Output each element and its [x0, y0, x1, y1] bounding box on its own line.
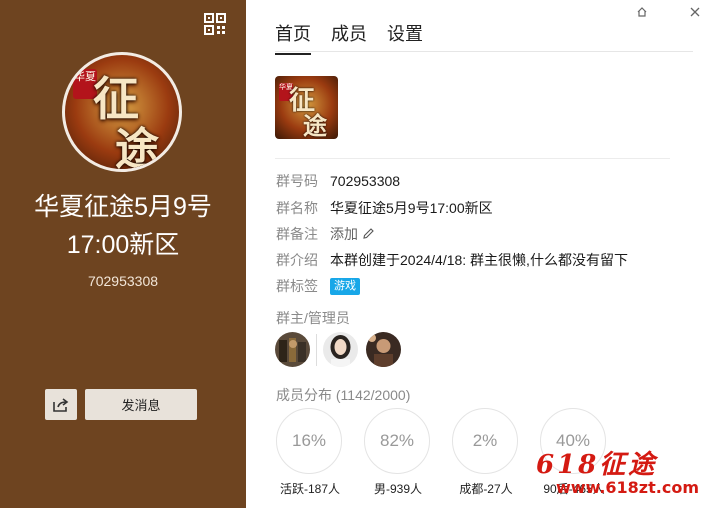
tab-divider: [275, 51, 693, 52]
group-title-line2: 17:00新区: [66, 231, 180, 259]
admin-avatar-3[interactable]: [366, 332, 401, 367]
group-avatar-small[interactable]: 华夏 征 途: [275, 76, 338, 139]
group-id-value: 702953308: [330, 173, 401, 189]
info-row-name: 群名称 华夏征途5月9号17:00新区: [276, 198, 493, 218]
avatar-small-glyph-2: 途: [303, 111, 327, 139]
group-name-value[interactable]: 华夏征途5月9号17:00新区: [330, 198, 493, 218]
avatar-glyph-2: 途: [115, 124, 159, 172]
group-title-line1: 华夏征途5月9号: [34, 193, 212, 221]
add-remark-link[interactable]: 添加: [330, 224, 375, 244]
share-icon: [53, 397, 69, 412]
group-avatar[interactable]: 华夏 征 途: [62, 52, 182, 172]
tab-home[interactable]: 首页: [275, 20, 311, 55]
stat-region-percent: 2%: [452, 408, 518, 474]
pin-icon[interactable]: [634, 4, 650, 20]
group-tags-label: 群标签: [276, 278, 318, 294]
group-title: 华夏征途5月9号 17:00新区: [0, 188, 246, 264]
tab-settings[interactable]: 设置: [387, 20, 423, 52]
stat-active[interactable]: 16% 活跃-187人: [276, 408, 344, 497]
info-row-intro: 群介绍 本群创建于2024/4/18: 群主很懒,什么都没有留下: [276, 250, 628, 270]
distribution-count: (1142/2000): [335, 387, 411, 403]
stat-gender-label: 男-939人: [373, 482, 423, 496]
admin-separator: [316, 333, 317, 366]
qr-code-icon[interactable]: [204, 13, 226, 35]
group-id-label: 群号码: [276, 173, 318, 189]
distribution-title: 成员分布: [276, 387, 332, 403]
group-intro-label: 群介绍: [276, 252, 318, 268]
distribution-label: 成员分布 (1142/2000): [276, 385, 410, 405]
stat-gender[interactable]: 82% 男-939人: [364, 408, 432, 497]
stat-active-percent: 16%: [276, 408, 342, 474]
pencil-icon: [362, 227, 375, 243]
stat-gender-percent: 82%: [364, 408, 430, 474]
stat-age-label: 90后-465人: [543, 482, 605, 496]
stat-region-label: 成都-27人: [459, 482, 513, 496]
stat-region[interactable]: 2% 成都-27人: [452, 408, 520, 497]
distribution-stats: 16% 活跃-187人 82% 男-939人 2% 成都-27人 40% 90后…: [276, 408, 608, 497]
info-row-tags: 群标签 游戏: [276, 276, 360, 296]
stat-age[interactable]: 40% 90后-465人: [540, 408, 608, 497]
group-intro-value: 本群创建于2024/4/18: 群主很懒,什么都没有留下: [330, 252, 628, 268]
tab-bar: 首页 成员 设置: [275, 20, 423, 55]
group-id: 702953308: [87, 273, 159, 289]
admins-label: 群主/管理员: [276, 310, 350, 326]
group-profile-panel: 华夏 征 途 华夏征途5月9号 17:00新区 702953308 发消息: [0, 0, 246, 508]
admin-list: [275, 332, 401, 367]
stat-age-percent: 40%: [540, 408, 606, 474]
info-row-id: 群号码 702953308: [276, 171, 400, 191]
stat-active-label: 活跃-187人: [279, 482, 341, 496]
share-button[interactable]: [45, 389, 77, 420]
group-name-label: 群名称: [276, 200, 318, 216]
add-remark-text: 添加: [330, 226, 358, 242]
info-divider: [275, 158, 670, 159]
close-icon[interactable]: [687, 4, 701, 20]
game-tag-badge[interactable]: 游戏: [330, 277, 360, 295]
group-remark-label: 群备注: [276, 226, 318, 242]
tab-members[interactable]: 成员: [331, 20, 367, 52]
admin-avatar-2[interactable]: [323, 332, 358, 367]
info-row-remark: 群备注 添加: [276, 224, 375, 244]
admin-avatar-owner[interactable]: [275, 332, 310, 367]
send-message-button[interactable]: 发消息: [85, 389, 197, 420]
